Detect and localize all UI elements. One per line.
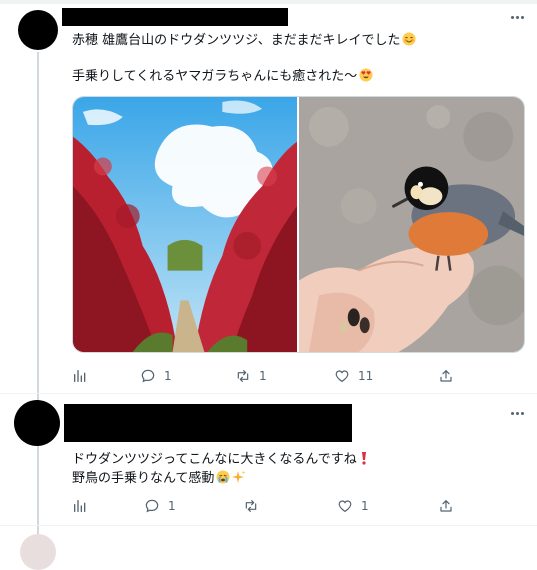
tweet-text: 手乗りしてくれるヤマガラちゃんにも癒された〜 — [72, 69, 358, 84]
thread-connector-line — [37, 52, 39, 542]
reply-text: 野鳥の手乗りなんて感動 — [72, 471, 215, 486]
reply-count: 1 — [164, 369, 172, 383]
views-button[interactable] — [72, 498, 88, 514]
crying-face-emoji-icon — [216, 470, 230, 491]
more-dots-icon — [510, 15, 514, 19]
avatar[interactable] — [14, 400, 60, 446]
like-button[interactable]: 11 — [334, 368, 373, 384]
retweet-icon — [245, 500, 257, 512]
like-count: 11 — [358, 369, 374, 383]
tweet-text-line-2: 手乗りしてくれるヤマガラちゃんにも癒された〜 — [72, 67, 373, 89]
redacted-username[interactable] — [64, 404, 352, 442]
tweet-divider — [0, 393, 537, 394]
reply-icon — [141, 369, 155, 383]
reply-button[interactable]: 1 — [144, 498, 176, 514]
redacted-username[interactable] — [62, 8, 288, 26]
reply-action-bar: 1 1 — [72, 496, 454, 516]
smiling-face-emoji-icon — [402, 32, 416, 53]
share-icon — [440, 370, 452, 382]
tweet-media-grid — [72, 96, 525, 353]
analytics-icon — [74, 370, 86, 382]
like-count: 1 — [361, 499, 369, 513]
next-avatar-partial[interactable] — [20, 534, 56, 570]
reply-text-line-2: 野鳥の手乗りなんて感動 — [72, 469, 246, 491]
tweet-divider — [0, 525, 537, 526]
share-icon — [440, 500, 452, 512]
reply-text: ドウダンツツジってこんなに大きくなるんですね — [72, 452, 357, 467]
more-options-button[interactable] — [505, 10, 529, 24]
more-options-button[interactable] — [505, 406, 529, 420]
reply-icon — [145, 499, 159, 513]
like-button[interactable]: 1 — [337, 498, 369, 514]
retweet-icon — [237, 370, 249, 382]
analytics-icon — [74, 500, 86, 512]
heart-icon — [338, 500, 352, 513]
retweet-count: 1 — [259, 369, 267, 383]
top-edge — [0, 0, 537, 4]
photo-red-azalea-trail[interactable] — [73, 97, 297, 352]
views-button[interactable] — [72, 368, 88, 384]
red-exclamation-emoji-icon — [359, 451, 369, 472]
heart-eyes-emoji-icon — [359, 68, 373, 89]
sparkles-emoji-icon — [232, 470, 246, 491]
avatar[interactable] — [18, 10, 58, 50]
reply-count: 1 — [168, 499, 176, 513]
reply-button[interactable]: 1 — [140, 368, 172, 384]
tweet-action-bar: 1 1 11 — [72, 366, 454, 386]
retweet-button[interactable] — [243, 498, 267, 514]
share-button[interactable] — [438, 368, 454, 384]
retweet-button[interactable]: 1 — [235, 368, 267, 384]
tweet-text: 赤穂 雄鷹台山のドウダンツツジ、まだまだキレイでした — [72, 33, 401, 48]
share-button[interactable] — [438, 498, 454, 514]
more-dots-icon — [510, 411, 514, 415]
heart-icon — [335, 370, 349, 383]
tweet-text-line-1: 赤穂 雄鷹台山のドウダンツツジ、まだまだキレイでした — [72, 31, 416, 53]
photo-varied-tit-on-hand[interactable] — [299, 97, 524, 352]
